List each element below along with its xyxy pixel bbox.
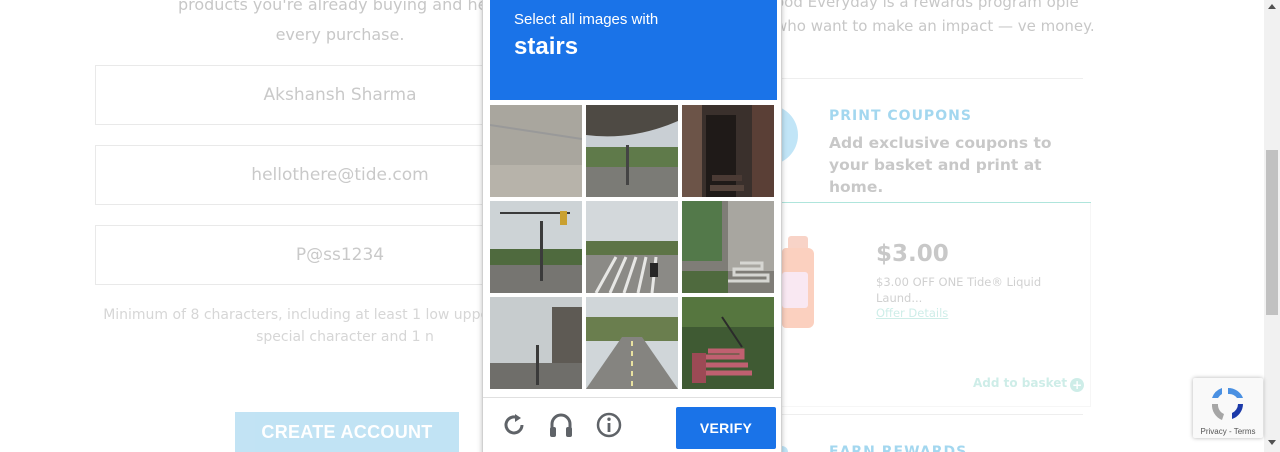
create-account-button[interactable]: CREATE ACCOUNT <box>235 412 459 452</box>
offer-description: $3.00 OFF ONE Tide® Liquid Laund... <box>876 275 1042 305</box>
verify-button[interactable]: VERIFY <box>676 407 776 449</box>
add-to-basket-button[interactable]: Add to basket + <box>973 376 1085 392</box>
divider <box>483 397 781 398</box>
page-scrollbar[interactable] <box>1264 0 1280 452</box>
captcha-tile[interactable] <box>586 297 678 389</box>
plus-icon: + <box>1070 378 1085 392</box>
captcha-target-word: stairs <box>514 33 579 60</box>
reload-icon[interactable] <box>500 411 528 439</box>
recaptcha-logo-icon <box>1208 384 1248 424</box>
captcha-tile[interactable] <box>586 201 678 293</box>
divider <box>775 414 1083 415</box>
privacy-terms-links[interactable]: Privacy - Terms <box>1193 427 1263 436</box>
captcha-tile[interactable] <box>682 201 774 293</box>
scroll-down-arrow-icon[interactable] <box>1268 440 1276 445</box>
rewards-intro: ood Everyday is a rewards program ople w… <box>775 0 1095 35</box>
captcha-tile[interactable] <box>490 297 582 389</box>
audio-icon[interactable] <box>547 411 575 439</box>
offer-details-link[interactable]: Offer Details <box>876 306 948 320</box>
add-to-basket-label: Add to basket <box>973 376 1068 390</box>
scroll-up-arrow-icon[interactable] <box>1268 4 1276 9</box>
print-coupons-description: Add exclusive coupons to your basket and… <box>829 134 1052 196</box>
captcha-image-grid <box>490 105 778 393</box>
print-coupons-title: PRINT COUPONS <box>829 108 972 124</box>
info-icon[interactable] <box>595 411 623 439</box>
captcha-tile[interactable] <box>586 105 678 197</box>
captcha-tile[interactable] <box>490 105 582 197</box>
divider <box>775 78 1083 79</box>
offer-price: $3.00 <box>876 241 949 267</box>
captcha-tile[interactable] <box>682 297 774 389</box>
captcha-tile[interactable] <box>682 105 774 197</box>
captcha-instruction: Select all images with <box>514 11 659 28</box>
earn-rewards-title: EARN REWARDS <box>829 444 968 452</box>
captcha-header: Select all images with stairs <box>490 0 777 100</box>
recaptcha-badge[interactable]: Privacy - Terms <box>1193 378 1263 438</box>
captcha-challenge-dialog: Select all images with stairs VERIFY <box>482 0 782 452</box>
tide-bottle-icon <box>782 236 814 328</box>
captcha-tile[interactable] <box>490 201 582 293</box>
scrollbar-thumb[interactable] <box>1266 150 1278 315</box>
